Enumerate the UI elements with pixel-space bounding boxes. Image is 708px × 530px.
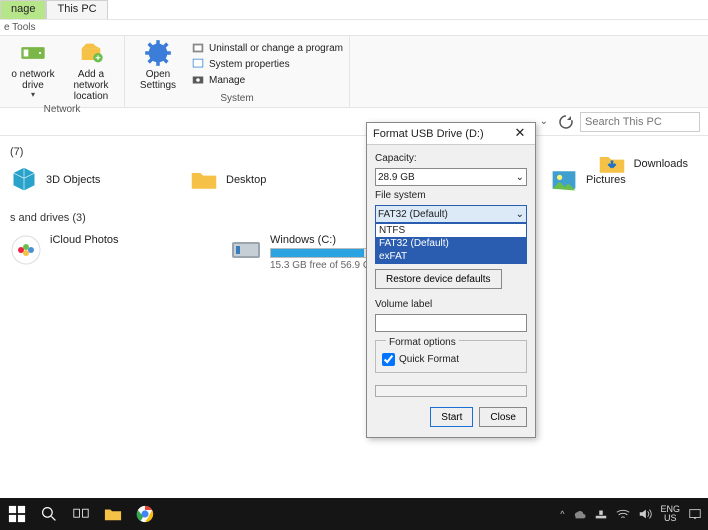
- ribbon-tab-active[interactable]: nage: [0, 0, 46, 19]
- drive-label: iCloud Photos: [50, 234, 119, 246]
- manage-button[interactable]: Manage: [191, 73, 343, 87]
- filesystem-option-exfat[interactable]: exFAT: [376, 250, 526, 263]
- chrome-icon: [136, 505, 154, 523]
- filesystem-value: FAT32 (Default): [378, 209, 448, 220]
- folder-downloads[interactable]: Downloads: [598, 150, 688, 178]
- uninstall-program-label: Uninstall or change a program: [209, 43, 343, 54]
- capacity-value: 28.9 GB: [378, 172, 415, 183]
- chevron-down-icon[interactable]: ⌄: [540, 116, 548, 127]
- network-drive-icon: [19, 39, 47, 67]
- taskbar: ^ ENG US: [0, 498, 708, 530]
- format-dialog: Format USB Drive (D:) ✕ Capacity: 28.9 G…: [366, 122, 536, 438]
- folders-section-header: (7): [10, 146, 698, 158]
- folder-icon: [190, 166, 218, 194]
- folder-label: Desktop: [226, 174, 266, 186]
- open-settings-label: Open Settings: [131, 69, 185, 91]
- capacity-label: Capacity:: [375, 153, 527, 164]
- lang-line2: US: [660, 514, 680, 523]
- language-indicator[interactable]: ENG US: [660, 505, 680, 523]
- format-options-fieldset: Format options Quick Format: [375, 340, 527, 373]
- network-tray-icon[interactable]: [594, 507, 608, 521]
- close-icon: ✕: [515, 125, 526, 140]
- downloads-icon: [598, 150, 626, 178]
- filesystem-option-ntfs[interactable]: NTFS: [376, 224, 526, 237]
- task-view-button[interactable]: [70, 503, 92, 525]
- chrome-taskbar[interactable]: [134, 503, 156, 525]
- uninstall-program-button[interactable]: Uninstall or change a program: [191, 41, 343, 55]
- folder-desktop[interactable]: Desktop: [190, 166, 330, 194]
- ribbon: o network drive ▾ Add a network location…: [0, 36, 708, 108]
- chevron-down-icon: ⌄: [516, 209, 524, 220]
- system-properties-label: System properties: [209, 59, 290, 70]
- network-location-icon: [77, 39, 105, 67]
- folder-label: 3D Objects: [46, 174, 100, 186]
- open-settings-button[interactable]: Open Settings: [131, 39, 185, 91]
- capacity-select[interactable]: 28.9 GB ⌄: [375, 168, 527, 186]
- add-network-location-label: Add a network location: [64, 69, 118, 102]
- search-icon: [41, 506, 57, 522]
- add-network-location-button[interactable]: Add a network location: [64, 39, 118, 102]
- ribbon-group-system-label: System: [220, 93, 253, 104]
- volume-label-input[interactable]: [375, 314, 527, 332]
- filesystem-option-fat32[interactable]: FAT32 (Default): [376, 237, 526, 250]
- ribbon-subtab[interactable]: e Tools: [0, 20, 708, 36]
- map-network-drive-label: o network drive: [6, 69, 60, 91]
- format-options-label: Format options: [386, 337, 459, 348]
- volume-label-label: Volume label: [375, 299, 527, 310]
- folder-3d-objects[interactable]: 3D Objects: [10, 166, 150, 194]
- system-properties-button[interactable]: System properties: [191, 57, 343, 71]
- close-button[interactable]: ✕: [511, 125, 529, 143]
- quick-format-checkbox[interactable]: Quick Format: [382, 353, 520, 366]
- refresh-icon[interactable]: [558, 114, 574, 130]
- quick-format-input[interactable]: [382, 353, 395, 366]
- search-input[interactable]: [580, 112, 700, 132]
- icloud-icon: [10, 234, 42, 266]
- volume-icon[interactable]: [638, 507, 652, 521]
- taskview-icon: [72, 506, 90, 522]
- file-explorer-taskbar[interactable]: [102, 503, 124, 525]
- properties-icon: [191, 57, 205, 71]
- filesystem-dropdown: NTFS FAT32 (Default) exFAT: [375, 223, 527, 264]
- hdd-icon: [230, 234, 262, 266]
- folder-label: Downloads: [634, 158, 688, 170]
- cube-icon: [10, 166, 38, 194]
- start-button[interactable]: Start: [430, 407, 473, 427]
- onedrive-icon[interactable]: [572, 507, 586, 521]
- chevron-down-icon: ▾: [31, 91, 35, 100]
- pictures-icon: [550, 166, 578, 194]
- drive-icloud-photos[interactable]: iCloud Photos: [10, 234, 190, 271]
- notifications-icon[interactable]: [688, 507, 702, 521]
- wifi-icon[interactable]: [616, 507, 630, 521]
- folder-icon: [103, 505, 123, 523]
- drives-section-header: s and drives (3): [10, 212, 698, 224]
- manage-label: Manage: [209, 75, 245, 86]
- quick-format-label: Quick Format: [399, 354, 459, 365]
- address-row: ⌄: [0, 108, 708, 136]
- windows-icon: [8, 505, 26, 523]
- dialog-title: Format USB Drive (D:): [373, 128, 484, 140]
- close-dialog-button[interactable]: Close: [479, 407, 527, 427]
- ribbon-group-network: o network drive ▾ Add a network location…: [0, 36, 125, 107]
- filesystem-select[interactable]: FAT32 (Default) ⌄: [375, 205, 527, 223]
- manage-icon: [191, 73, 205, 87]
- tray-chevron-up-icon[interactable]: ^: [560, 509, 564, 519]
- ribbon-group-system: Open Settings Uninstall or change a prog…: [125, 36, 350, 107]
- ribbon-tab-this-pc[interactable]: This PC: [46, 0, 107, 19]
- start-button[interactable]: [6, 503, 28, 525]
- restore-defaults-button[interactable]: Restore device defaults: [375, 269, 502, 289]
- filesystem-label: File system: [375, 190, 527, 201]
- ribbon-group-network-label: Network: [44, 104, 81, 115]
- gear-icon: [144, 39, 172, 67]
- chevron-down-icon: ⌄: [516, 172, 524, 183]
- map-network-drive-button[interactable]: o network drive ▾: [6, 39, 60, 102]
- search-button[interactable]: [38, 503, 60, 525]
- format-progress-bar: [375, 385, 527, 397]
- uninstall-icon: [191, 41, 205, 55]
